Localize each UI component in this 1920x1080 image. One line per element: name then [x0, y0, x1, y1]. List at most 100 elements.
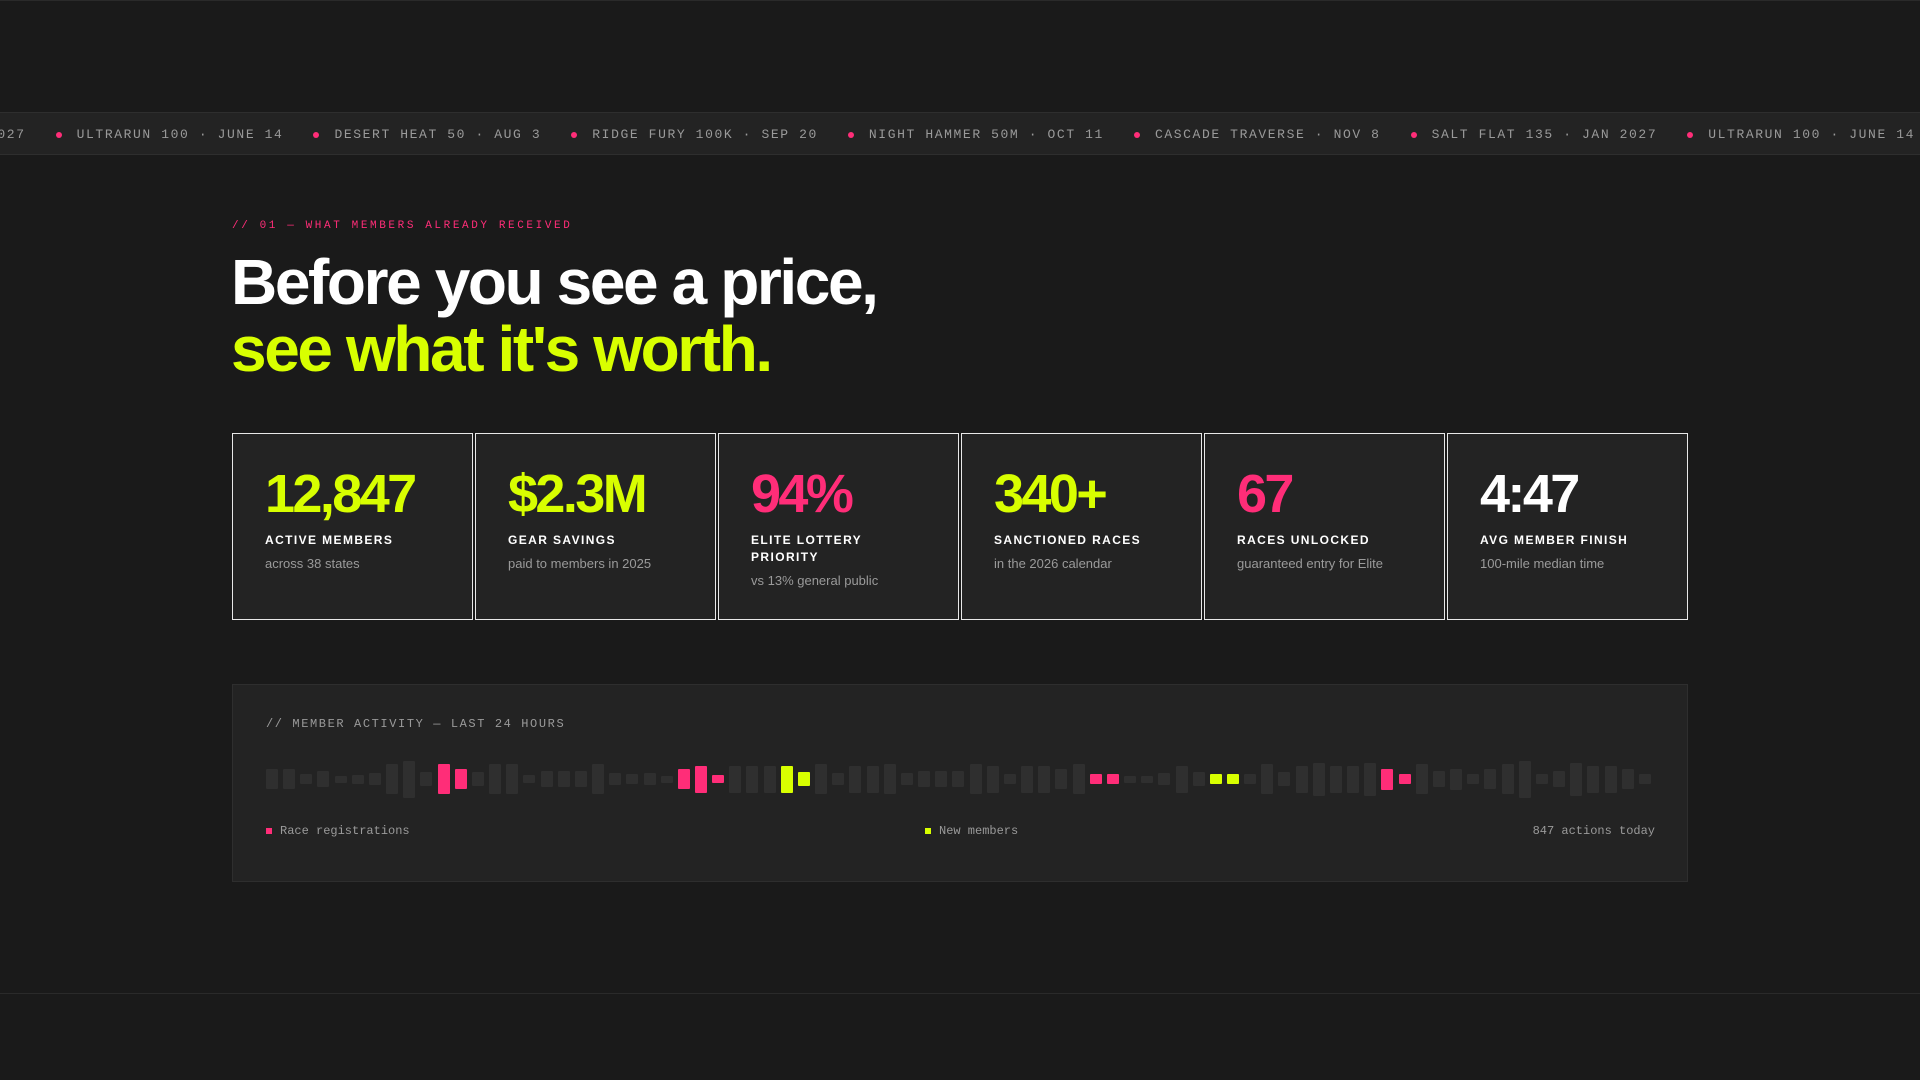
activity-bar [1021, 766, 1033, 793]
activity-bar [1639, 774, 1651, 784]
ticker-label: SALT FLAT 135 · JAN 2027 [1431, 127, 1658, 142]
stat-card-lottery-priority: 94% ELITE LOTTERY PRIORITY vs 13% genera… [718, 433, 959, 620]
activity-bar [987, 766, 999, 793]
stat-card-avg-finish: 4:47 AVG MEMBER FINISH 100-mile median t… [1447, 433, 1688, 620]
stat-card-active-members: 12,847 ACTIVE MEMBERS across 38 states [232, 433, 473, 620]
activity-bar [781, 766, 793, 793]
stat-subtext: 100-mile median time [1480, 556, 1605, 571]
stats-grid: 12,847 ACTIVE MEMBERS across 38 states $… [232, 433, 1688, 620]
legend-new-members: New members [925, 824, 1018, 838]
ticker-label: ULTRARUN 100 · JUNE 14 [76, 127, 284, 142]
activity-bar [1570, 763, 1582, 796]
ticker-item: ULTRARUN 100 · JUNE 14 [26, 127, 284, 142]
activity-bar [644, 773, 656, 785]
legend-registrations-label: Race registrations [280, 824, 410, 838]
activity-bar [1381, 769, 1393, 790]
ticker-item: DESERT HEAT 50 · AUG 3 [1915, 127, 1920, 142]
activity-bar [1313, 763, 1325, 796]
stat-value: 94% [751, 464, 854, 524]
ticker-label: NIGHT HAMMER 50M · OCT 11 [868, 127, 1104, 142]
headline-line-2: see what it's worth. [231, 313, 773, 385]
activity-bar [867, 766, 879, 793]
activity-bar [1227, 774, 1239, 784]
ticker-label: ULTRARUN 100 · JUNE 14 [1708, 127, 1916, 142]
activity-bar [335, 776, 347, 783]
activity-bar [1433, 771, 1445, 787]
stat-subtext: paid to members in 2025 [508, 556, 652, 571]
activity-bar [1073, 764, 1085, 794]
ticker-label: CASCADE TRAVERSE · NOV 8 [1154, 127, 1381, 142]
activity-bar [1004, 774, 1016, 784]
activity-bar [369, 773, 381, 785]
activity-bar [386, 764, 398, 794]
stat-label: GEAR SAVINGS [508, 533, 616, 547]
activity-bar [764, 766, 776, 793]
new-members-swatch-icon [925, 828, 931, 834]
activity-bar [952, 771, 964, 787]
stat-value: 67 [1237, 464, 1294, 524]
activity-bar [420, 772, 432, 786]
activity-panel: // MEMBER ACTIVITY — LAST 24 HOURS Race … [232, 684, 1688, 882]
activity-bar [1484, 769, 1496, 789]
bottom-divider [0, 993, 1920, 994]
stat-card-sanctioned-races: 340+ SANCTIONED RACES in the 2026 calend… [961, 433, 1202, 620]
activity-bar [1055, 769, 1067, 789]
activity-bar [489, 764, 501, 794]
activity-bar [1519, 761, 1531, 798]
ticker-dot-icon [55, 131, 62, 138]
activity-bar [1536, 774, 1548, 784]
stat-label: SANCTIONED RACES [994, 533, 1142, 547]
activity-bar [746, 766, 758, 793]
activity-bar [661, 776, 673, 783]
activity-bar [1141, 776, 1153, 783]
activity-bar [609, 773, 621, 785]
page: 2027ULTRARUN 100 · JUNE 14DESERT HEAT 50… [0, 0, 1920, 1080]
section-headline: Before you see a price, see what it's wo… [231, 246, 879, 385]
activity-bar [455, 769, 467, 789]
activity-bar [1193, 772, 1205, 786]
stat-label: ELITE LOTTERY PRIORITY [751, 533, 862, 564]
activity-bar [1038, 766, 1050, 793]
section-eyebrow: // 01 — WHAT MEMBERS ALREADY RECEIVED [232, 220, 573, 232]
activity-bar [1107, 774, 1119, 784]
ticker-item: SALT FLAT 135 · JAN 2027 [1381, 127, 1658, 142]
headline-line-1: Before you see a price, [231, 246, 879, 318]
legend-new-members-label: New members [939, 824, 1019, 838]
ticker-label: DESERT HEAT 50 · AUG 3 [334, 127, 542, 142]
activity-bar [472, 772, 484, 786]
ticker-item: 2027 [0, 127, 26, 142]
stat-label: RACES UNLOCKED [1237, 533, 1370, 547]
activity-bar [558, 771, 570, 787]
activity-bar [1124, 776, 1136, 783]
activity-bar [1296, 766, 1308, 793]
activity-bar [935, 771, 947, 787]
activity-bar [317, 771, 329, 787]
ticker-item: NIGHT HAMMER 50M · OCT 11 [818, 127, 1104, 142]
stat-subtext: in the 2026 calendar [994, 556, 1112, 571]
activity-bar [1450, 769, 1462, 790]
stat-value: 12,847 [265, 464, 417, 524]
ticker-track: 2027ULTRARUN 100 · JUNE 14DESERT HEAT 50… [0, 113, 1920, 154]
activity-title: // MEMBER ACTIVITY — LAST 24 HOURS [266, 717, 566, 731]
ticker-item: RIDGE FURY 100K · SEP 20 [541, 127, 818, 142]
ticker-dot-icon [1687, 131, 1694, 138]
activity-bar [266, 769, 278, 789]
activity-bar [1158, 773, 1170, 785]
ticker-dot-icon [847, 131, 854, 138]
activity-bar [1347, 766, 1359, 793]
activity-bar [1244, 774, 1256, 784]
activity-bars [266, 756, 1655, 802]
ticker-item: ULTRARUN 100 · JUNE 14 [1657, 127, 1915, 142]
stat-subtext: across 38 states [265, 556, 360, 571]
activity-bar [712, 775, 724, 783]
stat-card-races-unlocked: 67 RACES UNLOCKED guaranteed entry for E… [1204, 433, 1445, 620]
activity-bar [678, 769, 690, 789]
stat-subtext: guaranteed entry for Elite [1237, 556, 1383, 571]
activity-bar [1364, 763, 1376, 796]
ticker-dot-icon [571, 131, 578, 138]
ticker-label: RIDGE FURY 100K · SEP 20 [592, 127, 818, 142]
ticker-item: DESERT HEAT 50 · AUG 3 [283, 127, 541, 142]
activity-bar [1605, 766, 1617, 793]
activity-bar [1502, 764, 1514, 794]
legend-registrations: Race registrations [266, 824, 410, 838]
